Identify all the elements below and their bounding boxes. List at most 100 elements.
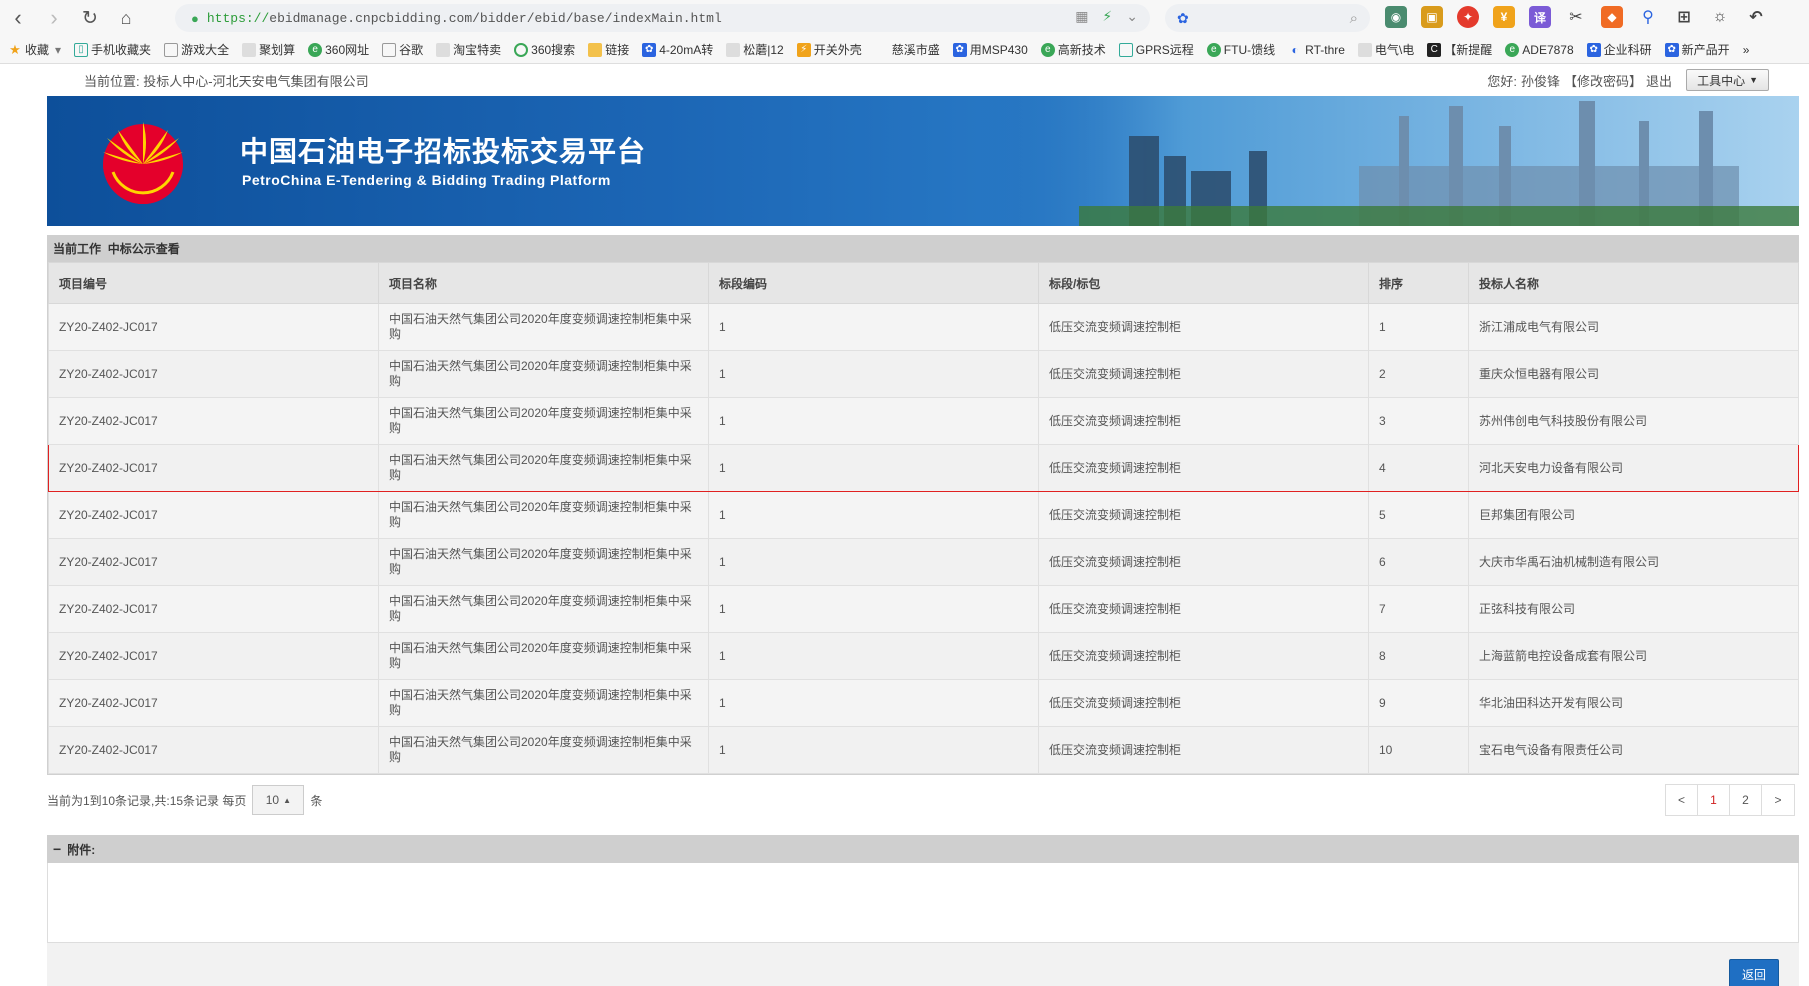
back-button[interactable]: 返回 bbox=[1729, 959, 1779, 986]
ring-icon bbox=[514, 42, 529, 57]
table-cell: 1 bbox=[708, 397, 1039, 445]
table-cell: 宝石电气设备有限责任公司 bbox=[1468, 726, 1799, 774]
table-row[interactable]: ZY20-Z402-JC017 中国石油天然气集团公司2020年度变频调速控制柜集… bbox=[48, 538, 1799, 586]
back-arrow-icon[interactable]: ‹ bbox=[0, 0, 36, 36]
undo-icon[interactable]: ↶ bbox=[1745, 6, 1767, 28]
collapse-icon[interactable]: − bbox=[53, 841, 61, 857]
bookmark-item[interactable]: ▯ 手机收藏夹 bbox=[74, 41, 151, 58]
attachment-header[interactable]: − 附件: bbox=[47, 835, 1799, 863]
page-link-1[interactable]: 1 bbox=[1698, 785, 1730, 815]
bookmarks-bar: ★ 收藏 ▾ ▯ 手机收藏夹 游戏大全 聚划算 e 360网址 谷歌 淘宝特卖 360搜… bbox=[0, 36, 1809, 64]
table-cell: 1 bbox=[708, 491, 1039, 539]
bookmark-item[interactable]: ✿ 用MSP430 bbox=[952, 41, 1028, 58]
column-header[interactable]: 排序 bbox=[1368, 262, 1469, 304]
refinery-skyline-image bbox=[979, 96, 1799, 226]
bookmark-item[interactable]: 松蘑|12 bbox=[726, 41, 784, 58]
logout-link[interactable]: 退出 bbox=[1646, 71, 1672, 90]
table-row[interactable]: ZY20-Z402-JC017 中国石油天然气集团公司2020年度变频调速控制柜集… bbox=[48, 679, 1799, 727]
bookmark-item[interactable]: e FTU-馈线 bbox=[1206, 41, 1275, 58]
lightning-icon[interactable]: ⚡ bbox=[1102, 8, 1112, 25]
column-header[interactable]: 投标人名称 bbox=[1468, 262, 1799, 304]
change-password-link[interactable]: 【修改密码】 bbox=[1564, 71, 1642, 90]
next-page-button[interactable]: > bbox=[1762, 785, 1794, 815]
bookmark-item[interactable]: 电气\电 bbox=[1357, 41, 1414, 58]
table-row[interactable]: ZY20-Z402-JC017 中国石油天然气集团公司2020年度变频调速控制柜集… bbox=[48, 726, 1799, 774]
bookmark-item[interactable]: e 360网址 bbox=[308, 41, 369, 58]
bookmark-item[interactable]: e 高新技术 bbox=[1040, 41, 1106, 58]
bookmark-item[interactable]: 聚划算 bbox=[242, 41, 295, 58]
table-row[interactable]: ZY20-Z402-JC017 中国石油天然气集团公司2020年度变频调速控制柜集… bbox=[48, 303, 1799, 351]
translate-icon[interactable]: 译 bbox=[1529, 6, 1551, 28]
tool-center-button[interactable]: 工具中心 ▼ bbox=[1686, 69, 1769, 91]
paw-favicon-icon: ✿ bbox=[642, 42, 657, 57]
chevron-down-icon[interactable]: ⌄ bbox=[1126, 8, 1138, 25]
bookmark-item[interactable]: 链接 bbox=[588, 41, 629, 58]
bookmark-item[interactable]: ✿ 新产品开 bbox=[1664, 41, 1730, 58]
table-row[interactable]: ZY20-Z402-JC017 中国石油天然气集团公司2020年度变频调速控制柜集… bbox=[48, 632, 1799, 680]
camera-icon[interactable]: ◉ bbox=[1385, 6, 1407, 28]
scissors-icon[interactable]: ✂ bbox=[1565, 6, 1587, 28]
petrochina-logo bbox=[103, 122, 183, 204]
browser-toolbar: ‹ › ↻ ⌂ ● https://ebidmanage.cnpcbidding… bbox=[0, 0, 1809, 36]
table-row[interactable]: ZY20-Z402-JC017 中国石油天然气集团公司2020年度变频调速控制柜集… bbox=[48, 444, 1799, 492]
column-header[interactable]: 项目名称 bbox=[378, 262, 709, 304]
bookmark-item[interactable]: 淘宝特卖 bbox=[436, 41, 501, 58]
table-row[interactable]: ZY20-Z402-JC017 中国石油天然气集团公司2020年度变频调速控制柜集… bbox=[48, 585, 1799, 633]
bookmark-item[interactable]: 360搜索 bbox=[514, 41, 575, 58]
table-cell: 中国石油天然气集团公司2020年度变频调速控制柜集中采购 bbox=[378, 538, 709, 586]
bookmark-item[interactable]: ◐ RT-thre bbox=[1288, 43, 1345, 57]
table-cell: 2 bbox=[1368, 350, 1469, 398]
more-bookmarks-icon[interactable]: » bbox=[1743, 43, 1750, 57]
table-header-row: 项目编号 项目名称 标段编码 标段/标包 排序 投标人名称 bbox=[48, 262, 1799, 304]
page-link-2[interactable]: 2 bbox=[1730, 785, 1762, 815]
table-cell: 华北油田科达开发有限公司 bbox=[1468, 679, 1799, 727]
grid-icon[interactable]: ⊞ bbox=[1673, 6, 1695, 28]
column-header[interactable]: 标段编码 bbox=[708, 262, 1039, 304]
reload-icon[interactable]: ↻ bbox=[72, 0, 108, 36]
bookmark-item[interactable]: e ADE7878 bbox=[1505, 42, 1574, 57]
shield-icon[interactable]: ¥ bbox=[1493, 6, 1515, 28]
table-row[interactable]: ZY20-Z402-JC017 中国石油天然气集团公司2020年度变频调速控制柜集… bbox=[48, 350, 1799, 398]
bookmark-item[interactable]: ✿ 4-20mA转 bbox=[642, 41, 713, 58]
compass-icon[interactable]: ✦ bbox=[1457, 6, 1479, 28]
table-cell: 1 bbox=[1368, 303, 1469, 351]
table-cell: 河北天安电力设备有限公司 bbox=[1468, 444, 1799, 492]
page-size-select[interactable]: 10 ▲ bbox=[252, 785, 305, 815]
extension-icons: ◉ ▣ ✦ ¥ 译 ✂ ◆ ⚲ ⊞ ☼ ↶ bbox=[1385, 6, 1767, 28]
search-input[interactable]: ✿ ⌕ bbox=[1165, 4, 1370, 32]
forward-arrow-icon[interactable]: › bbox=[36, 0, 72, 36]
table-cell: 中国石油天然气集团公司2020年度变频调速控制柜集中采购 bbox=[378, 444, 709, 492]
paw-favicon-icon: ✿ bbox=[1586, 42, 1601, 57]
table-row[interactable]: ZY20-Z402-JC017 中国石油天然气集团公司2020年度变频调速控制柜集… bbox=[48, 491, 1799, 539]
address-bar[interactable]: ● https://ebidmanage.cnpcbidding.com/bid… bbox=[175, 4, 1150, 32]
column-header[interactable]: 项目编号 bbox=[48, 262, 379, 304]
table-cell: ZY20-Z402-JC017 bbox=[48, 679, 379, 727]
bookmark-item[interactable]: C 【新提醒 bbox=[1427, 41, 1492, 58]
home-icon[interactable]: ⌂ bbox=[108, 0, 144, 36]
platform-subtitle: PetroChina E-Tendering & Bidding Trading… bbox=[242, 172, 611, 188]
fox-icon[interactable]: ◆ bbox=[1601, 6, 1623, 28]
table-row[interactable]: ZY20-Z402-JC017 中国石油天然气集团公司2020年度变频调速控制柜集… bbox=[48, 397, 1799, 445]
magnifier-icon[interactable]: ⚲ bbox=[1637, 6, 1659, 28]
table-cell: 1 bbox=[708, 444, 1039, 492]
bookmark-item[interactable]: ⚡ 开关外壳 bbox=[796, 41, 862, 58]
bookmark-item[interactable]: ✿ 企业科研 bbox=[1586, 41, 1652, 58]
current-work-header: 当前工作 中标公示查看 bbox=[47, 235, 1799, 262]
paw-favicon-icon: ✿ bbox=[1664, 42, 1679, 57]
bookmark-item[interactable]: 慈溪市盛 bbox=[875, 41, 940, 58]
game-icon[interactable]: ▣ bbox=[1421, 6, 1443, 28]
column-header[interactable]: 标段/标包 bbox=[1038, 262, 1369, 304]
qr-icon[interactable]: ▦ bbox=[1075, 8, 1088, 25]
search-icon[interactable]: ⌕ bbox=[1350, 10, 1358, 27]
bookmark-item[interactable]: 游戏大全 bbox=[164, 41, 229, 58]
table-cell: ZY20-Z402-JC017 bbox=[48, 538, 379, 586]
table-cell: 低压交流变频调速控制柜 bbox=[1038, 726, 1369, 774]
sun-icon[interactable]: ☼ bbox=[1709, 6, 1731, 28]
prev-page-button[interactable]: < bbox=[1666, 785, 1698, 815]
page-links: < 1 2 > bbox=[1665, 784, 1795, 816]
bookmark-item[interactable]: ★ 收藏 ▾ bbox=[8, 41, 61, 58]
bookmark-item[interactable]: GPRS远程 bbox=[1118, 41, 1194, 58]
bookmark-item[interactable]: 谷歌 bbox=[382, 41, 423, 58]
table-cell: 7 bbox=[1368, 585, 1469, 633]
table-cell: 中国石油天然气集团公司2020年度变频调速控制柜集中采购 bbox=[378, 350, 709, 398]
